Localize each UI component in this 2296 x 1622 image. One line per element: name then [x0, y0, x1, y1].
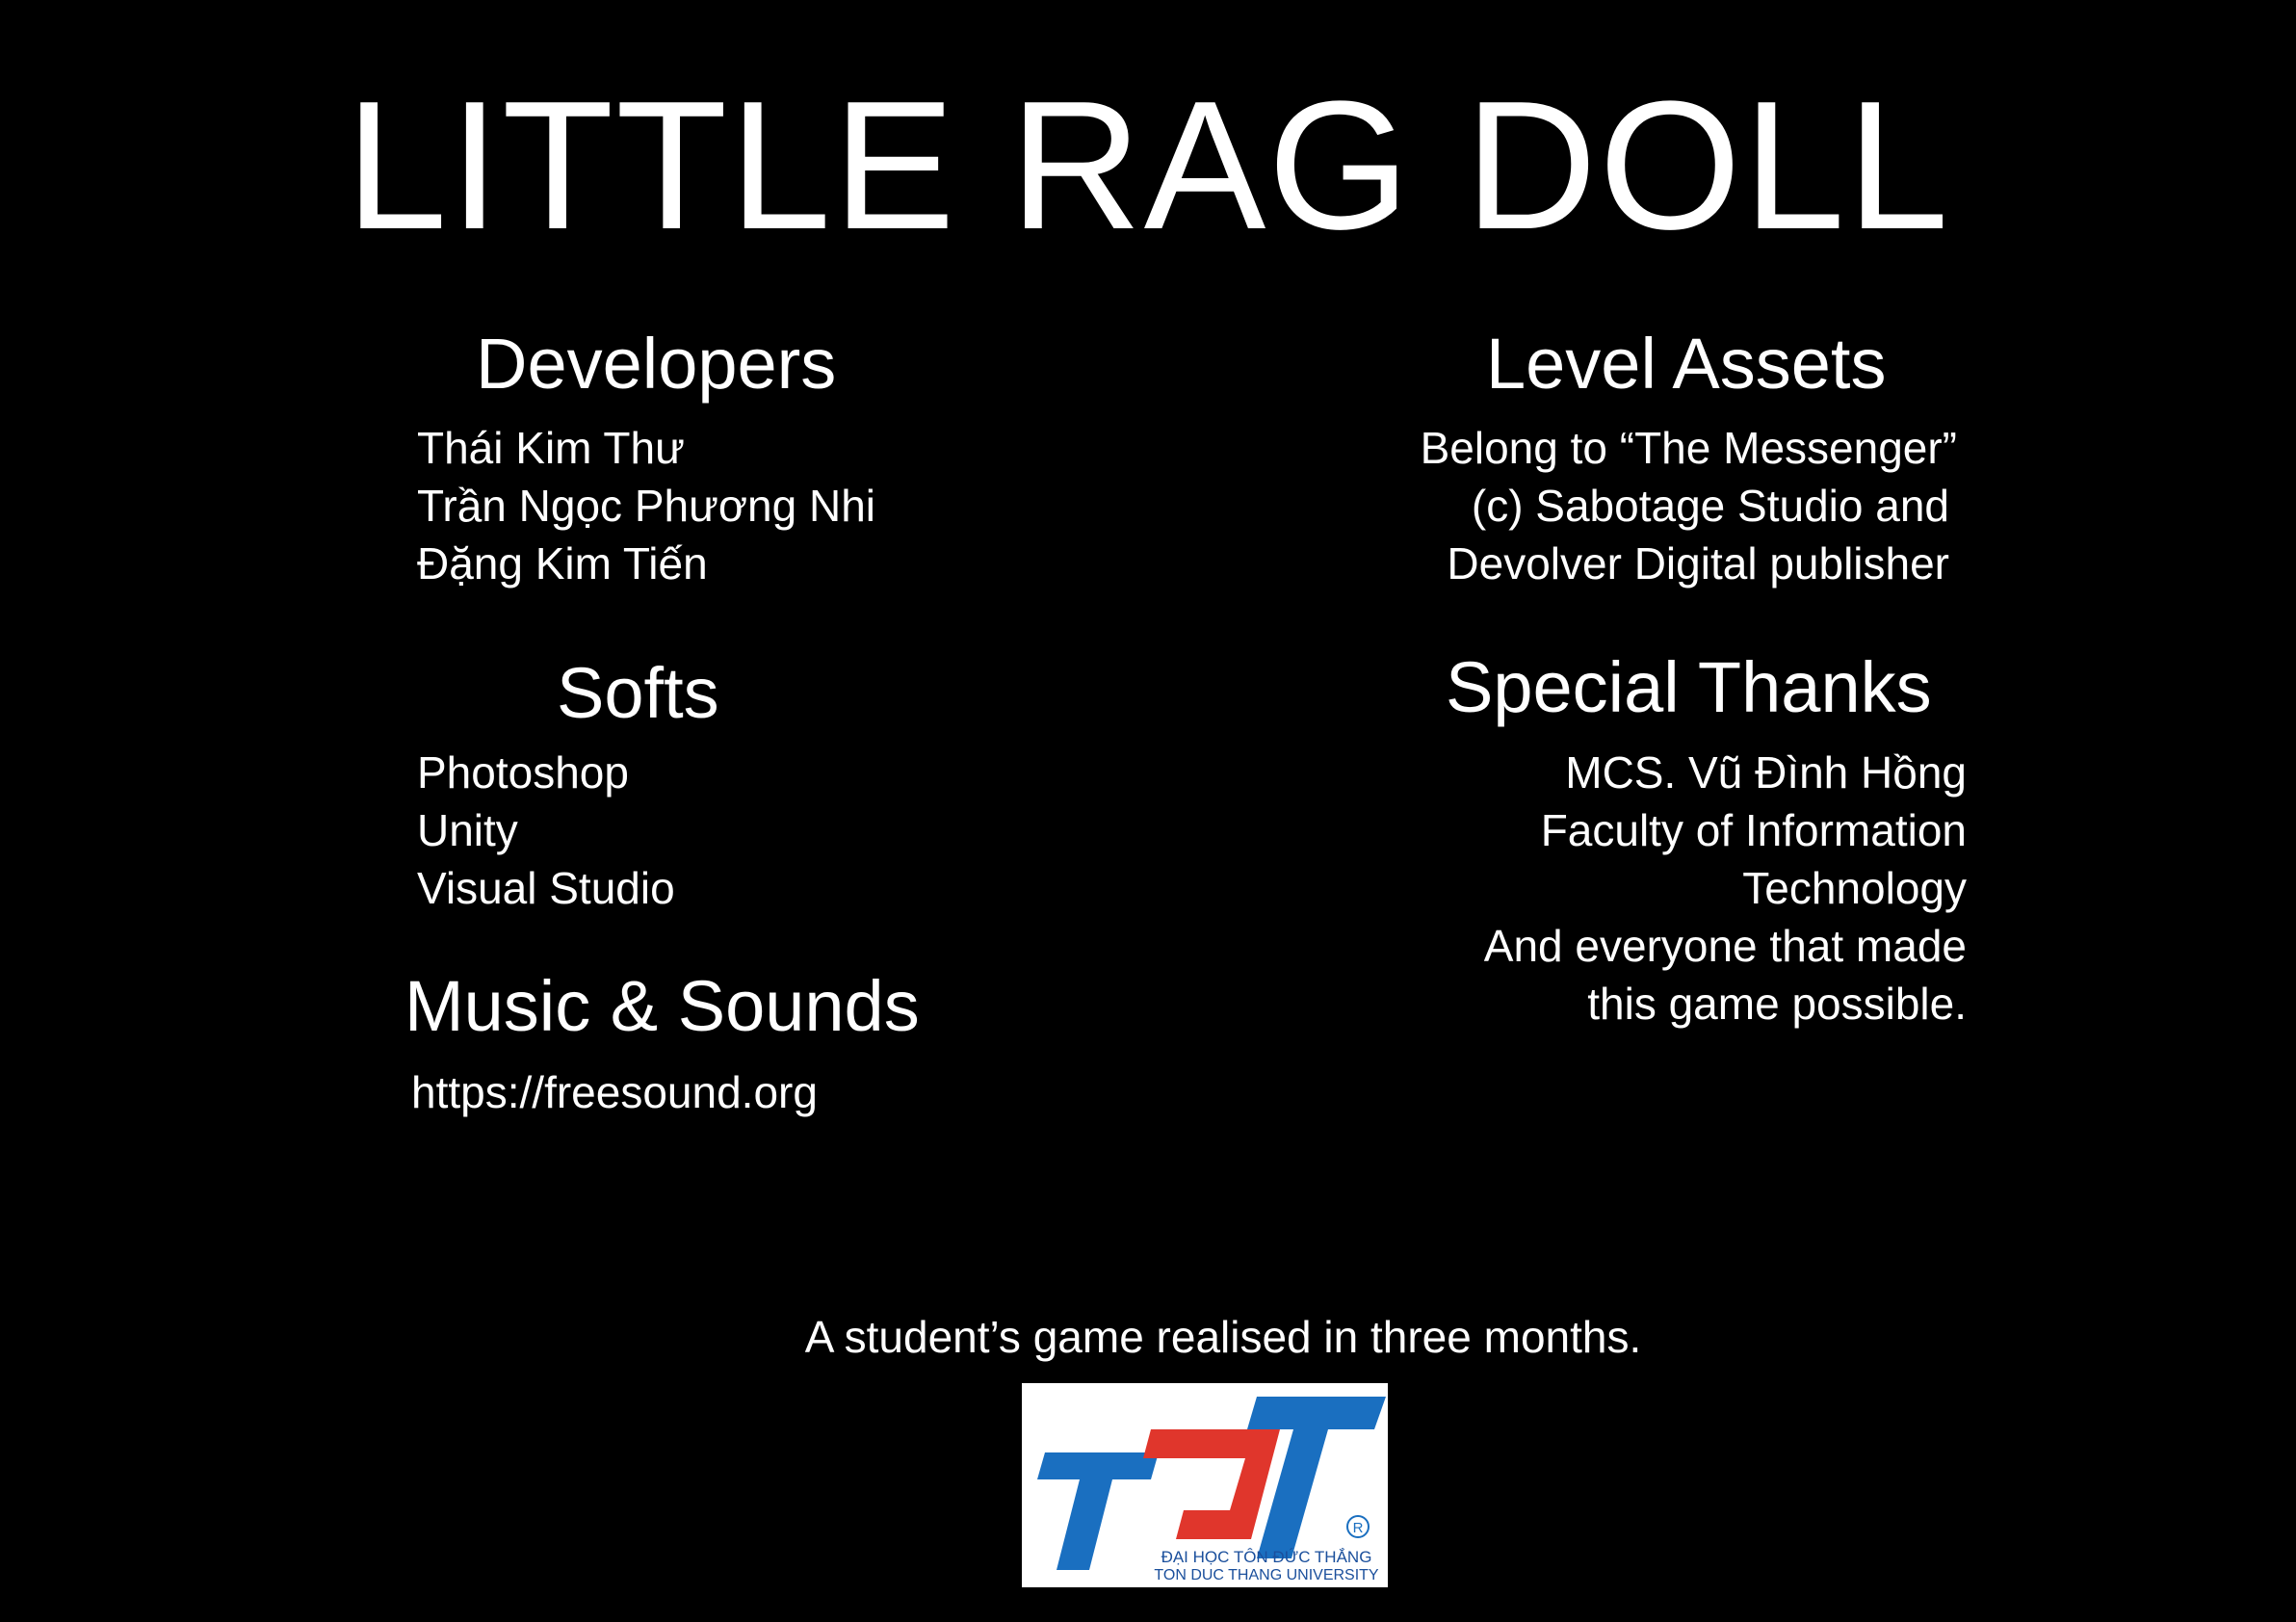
developer-name: Trần Ngọc Phương Nhi [417, 481, 876, 531]
logo-d [1143, 1429, 1280, 1539]
software-item: Photoshop [417, 747, 629, 798]
music-source: https://freesound.org [411, 1067, 818, 1117]
level-assets-line: Devolver Digital publisher [1447, 538, 1949, 589]
registered-letter: R [1353, 1520, 1364, 1536]
university-logo: R ĐẠI HỌC TÔN ĐỨC THẮNG TON DUC THANG UN… [1022, 1383, 1388, 1587]
special-thanks-line: MCS. Vũ Đình Hồng [1565, 747, 1967, 798]
logo-name-en: TON DUC THANG UNIVERSITY [1154, 1567, 1379, 1583]
softs-heading: Softs [557, 653, 719, 733]
special-thanks-heading: Special Thanks [1446, 647, 1932, 727]
footer-tagline: A student’s game realised in three month… [804, 1312, 1642, 1362]
developer-name: Đặng Kim Tiến [417, 538, 708, 589]
software-item: Unity [417, 805, 518, 855]
credits-screen: LITTLE RAG DOLL Developers Thái Kim Thư … [0, 0, 2296, 1622]
level-assets-heading: Level Assets [1486, 324, 1887, 404]
special-thanks-line: this game possible. [1587, 979, 1967, 1029]
special-thanks-line: Technology [1742, 863, 1967, 913]
game-title: LITTLE RAG DOLL [345, 64, 1951, 268]
logo-left-t [1037, 1452, 1159, 1570]
tdt-logo-graphic: R ĐẠI HỌC TÔN ĐỨC THẮNG TON DUC THANG UN… [1037, 1397, 1386, 1583]
special-thanks-line: And everyone that made [1483, 921, 1967, 971]
logo-name-vi: ĐẠI HỌC TÔN ĐỨC THẮNG [1161, 1548, 1372, 1566]
level-assets-line: Belong to “The Messenger” [1420, 423, 1957, 473]
level-assets-line: (c) Sabotage Studio and [1471, 481, 1949, 531]
music-heading: Music & Sounds [404, 966, 920, 1046]
developer-name: Thái Kim Thư [417, 423, 685, 473]
special-thanks-line: Faculty of Information [1540, 805, 1967, 855]
software-item: Visual Studio [417, 863, 675, 913]
developers-heading: Developers [476, 324, 837, 404]
